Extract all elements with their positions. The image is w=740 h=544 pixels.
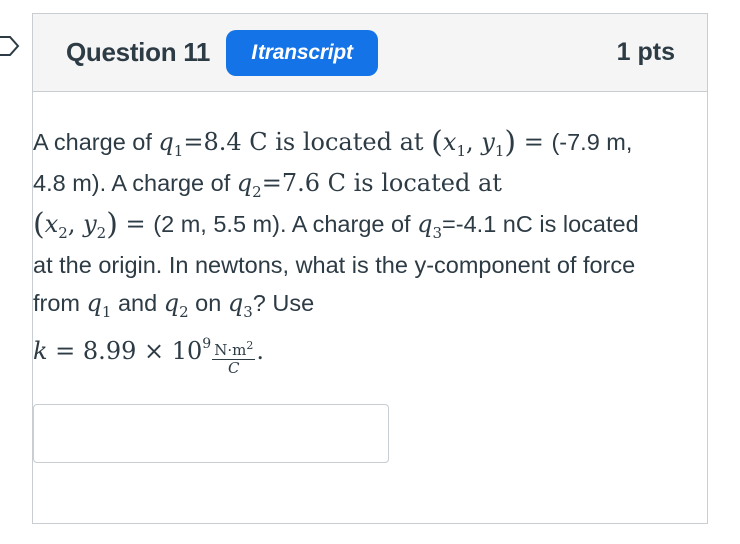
paren-close: ): [106, 207, 118, 242]
text-segment: ? Use: [252, 290, 315, 316]
math-x1: x1: [442, 128, 466, 160]
transcript-icon: I: [251, 40, 257, 64]
math-k-value: = 8.99 × 10: [47, 337, 203, 365]
math-y2: y2: [83, 210, 107, 242]
text-segment: =: [516, 128, 552, 156]
text-segment: =7.6 C is located at: [261, 169, 502, 197]
math-q1: q1: [158, 128, 184, 160]
paren-open: (: [431, 125, 443, 160]
transcript-button[interactable]: I transcript: [226, 29, 379, 76]
transcript-label: transcript: [257, 40, 353, 64]
math-y1: y1: [481, 128, 505, 160]
math-q1b: q1: [86, 289, 112, 321]
question-flag-arrow-icon: [0, 36, 20, 56]
math-q2b: q2: [163, 289, 189, 321]
text-segment: and: [111, 290, 164, 316]
math-fraction: N·m2 C: [212, 339, 256, 377]
answer-input[interactable]: [33, 404, 389, 463]
text-segment: (2 m, 5.5 m). A charge of: [153, 211, 418, 237]
text-segment: ,: [465, 128, 482, 156]
question-header: Question 11 I transcript 1 pts: [33, 14, 707, 92]
math-q2: q2: [236, 169, 262, 201]
math-q3b: q3: [227, 289, 253, 321]
question-text: A charge of q1=8.4 C is located at (x1, …: [33, 123, 643, 377]
paren-open: (: [33, 207, 45, 242]
math-exponent: 9: [202, 336, 212, 352]
text-segment: A charge of: [33, 129, 159, 155]
text-segment: on: [188, 290, 228, 316]
text-segment: .: [256, 337, 264, 365]
text-segment: ,: [67, 210, 84, 238]
question-points: 1 pts: [616, 38, 675, 66]
text-segment: =: [117, 210, 154, 238]
paren-close: ): [504, 125, 517, 160]
math-x2: x2: [44, 210, 68, 242]
question-title: Question 11: [66, 37, 211, 67]
math-k: k: [33, 337, 48, 365]
text-segment: =8.4 C is located at: [183, 128, 432, 156]
math-q3: q3: [417, 210, 443, 242]
